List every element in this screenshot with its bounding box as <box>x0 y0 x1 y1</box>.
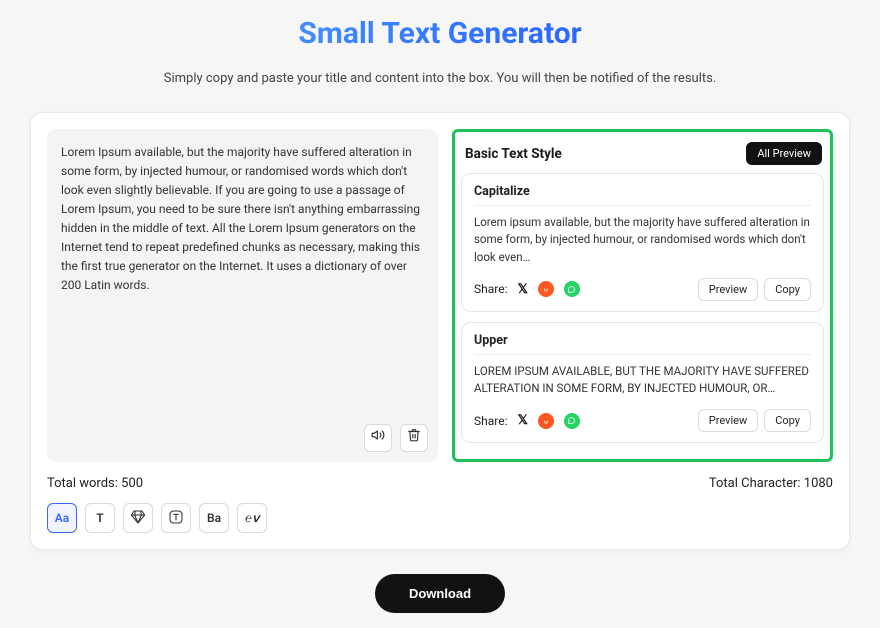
editor-textarea[interactable]: Lorem Ipsum available, but the majority … <box>47 129 438 462</box>
total-words: Total words: 500 <box>47 476 143 491</box>
editor-text: Lorem Ipsum available, but the majority … <box>61 143 424 295</box>
style-sample-text: Lorem ipsum available, but the majority … <box>474 214 811 266</box>
share-whatsapp-icon[interactable] <box>564 281 580 297</box>
style-card-upper: Upper LOREM IPSUM AVAILABLE, BUT THE MAJ… <box>461 322 824 444</box>
copy-button[interactable]: Copy <box>764 278 811 301</box>
mode-circle-t-button[interactable] <box>161 503 191 533</box>
mode-aa-button[interactable]: Aa <box>47 503 77 533</box>
page-title: Small Text Generator <box>0 16 880 51</box>
share-label: Share: <box>474 282 508 296</box>
divider <box>474 205 811 206</box>
results-panel: Basic Text Style All Preview Capitalize … <box>452 129 833 462</box>
diamond-icon <box>130 509 146 528</box>
preview-button[interactable]: Preview <box>698 278 758 301</box>
main-card: Lorem Ipsum available, but the majority … <box>30 112 850 550</box>
share-reddit-icon[interactable] <box>538 413 554 429</box>
divider <box>474 354 811 355</box>
total-characters: Total Character: 1080 <box>709 476 833 491</box>
share-x-icon[interactable]: 𝕏 <box>518 413 528 428</box>
style-name: Capitalize <box>474 184 811 199</box>
mode-ba-button[interactable]: Ba <box>199 503 229 533</box>
clear-button[interactable] <box>400 424 428 452</box>
preview-button[interactable]: Preview <box>698 409 758 432</box>
share-label: Share: <box>474 414 508 428</box>
mode-diamond-button[interactable] <box>123 503 153 533</box>
circle-t-icon <box>168 509 184 528</box>
copy-button[interactable]: Copy <box>764 409 811 432</box>
speak-button[interactable] <box>364 424 392 452</box>
results-section-label: Basic Text Style <box>465 146 562 162</box>
style-card-capitalize: Capitalize Lorem ipsum available, but th… <box>461 173 824 312</box>
style-sample-text: LOREM IPSUM AVAILABLE, BUT THE MAJORITY … <box>474 363 811 398</box>
all-preview-button[interactable]: All Preview <box>746 142 822 165</box>
mode-toolbar: Aa T Ba ℮ⅴ <box>47 503 833 533</box>
share-x-icon[interactable]: 𝕏 <box>518 282 528 297</box>
page-subtitle: Simply copy and paste your title and con… <box>0 71 880 86</box>
volume-icon <box>371 428 385 448</box>
trash-icon <box>407 428 421 448</box>
download-button[interactable]: Download <box>375 574 505 613</box>
share-whatsapp-icon[interactable] <box>564 413 580 429</box>
mode-ev-button[interactable]: ℮ⅴ <box>237 503 267 533</box>
share-reddit-icon[interactable] <box>538 281 554 297</box>
mode-t-button[interactable]: T <box>85 503 115 533</box>
style-name: Upper <box>474 333 811 348</box>
